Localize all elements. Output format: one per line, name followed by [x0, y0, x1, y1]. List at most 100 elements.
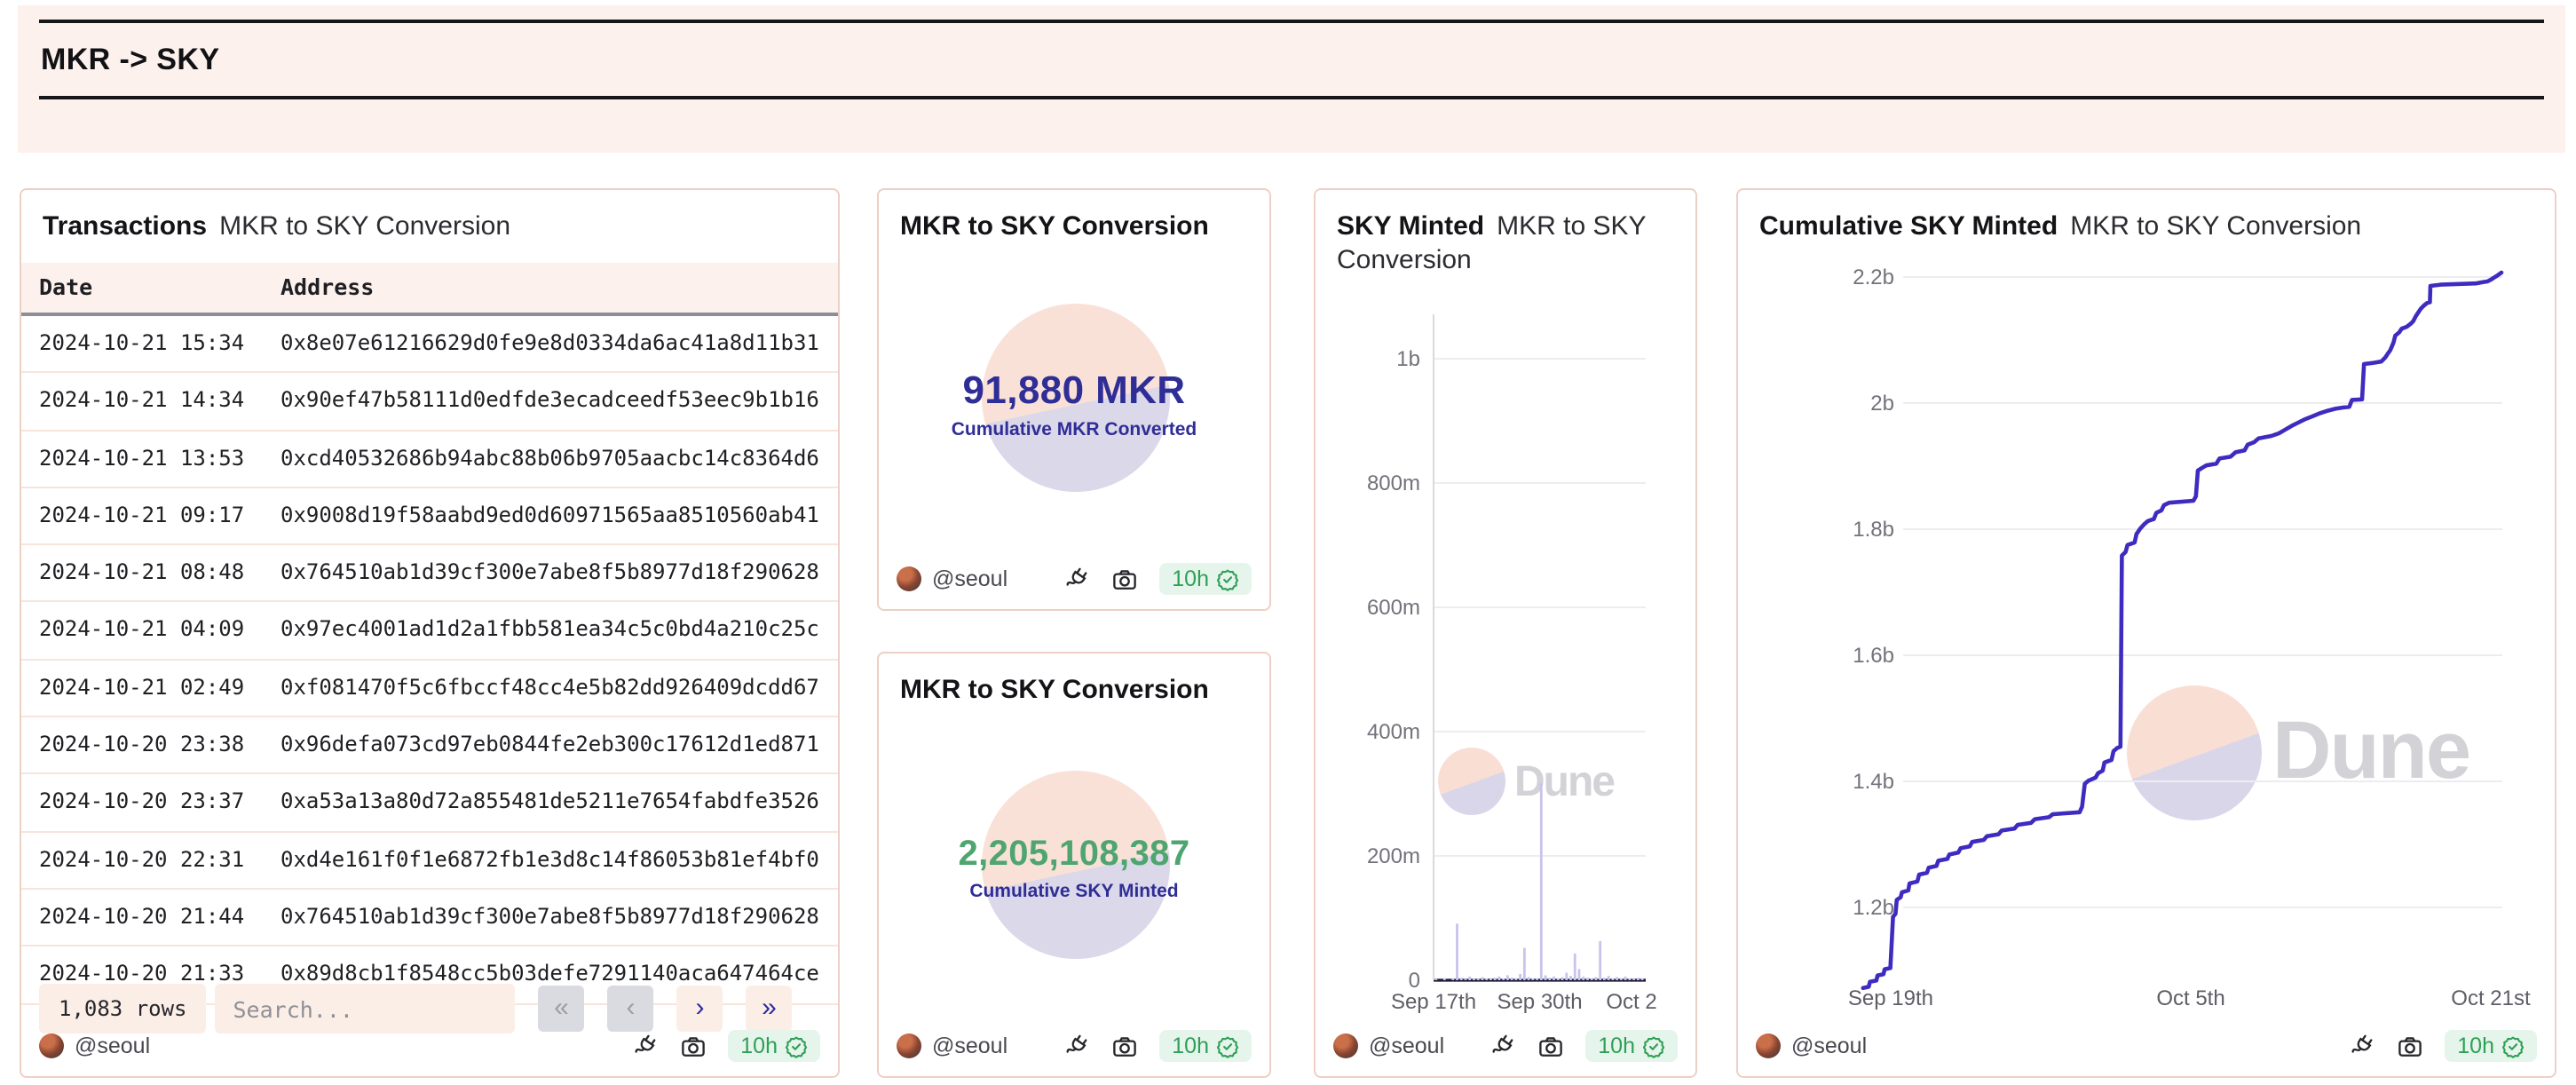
- cell-date: 2024-10-21 15:34: [39, 330, 245, 355]
- refresh-age-badge[interactable]: 10h: [1159, 1030, 1252, 1062]
- cell-address: 0xcd40532686b94abc88b06b9705aacbc14c8364…: [281, 445, 819, 471]
- bar-chart[interactable]: 0 200m 400m 600m 800m 1b Sep 17th Sep 30th Oct 2…: [1316, 190, 1697, 1078]
- svg-text:800m: 800m: [1367, 471, 1420, 495]
- refresh-age-badge[interactable]: 10h: [1585, 1030, 1678, 1062]
- svg-text:Oct 21st: Oct 21st: [1606, 990, 1686, 1014]
- svg-text:Oct 5th: Oct 5th: [2156, 986, 2224, 1010]
- verified-check-icon: [785, 1035, 808, 1057]
- author-username[interactable]: @seoul: [1791, 1034, 1867, 1058]
- camera-icon[interactable]: [2397, 1033, 2423, 1059]
- table-row: 2024-10-21 13:53 0xcd40532686b94abc88b06b…: [21, 431, 838, 488]
- refresh-age-badge[interactable]: 10h: [1159, 563, 1252, 595]
- pagination-prev-button[interactable]: ‹: [607, 986, 654, 1032]
- table-row: 2024-10-20 21:44 0x764510ab1d39cf300e7abe…: [21, 890, 838, 947]
- plug-icon[interactable]: [632, 1033, 659, 1059]
- cell-address: 0x96defa073cd97eb0844fe2eb300c17612d1ed8…: [281, 732, 819, 757]
- cell-address: 0x8e07e61216629d0fe9e8d0334da6ac41a8d11b…: [281, 330, 819, 355]
- svg-text:1.4b: 1.4b: [1853, 770, 1894, 794]
- svg-text:Oct 21st: Oct 21st: [2451, 986, 2531, 1010]
- dashboard: MKR -> SKY Transactions MKR to SKY Conver…: [0, 0, 2576, 1085]
- svg-text:Sep 17th: Sep 17th: [1391, 990, 1476, 1014]
- counter-value: 91,880 MKR: [962, 367, 1186, 411]
- svg-text:1.8b: 1.8b: [1853, 518, 1894, 542]
- cell-date: 2024-10-21 02:49: [39, 674, 245, 700]
- plug-icon[interactable]: [2349, 1033, 2375, 1059]
- camera-icon[interactable]: [680, 1033, 707, 1059]
- header-rule-top: [39, 20, 2544, 23]
- panel-title[interactable]: MKR to SKY Conversion: [879, 190, 1269, 243]
- dashboard-title: MKR -> SKY: [41, 43, 220, 76]
- svg-text:1.6b: 1.6b: [1853, 644, 1894, 668]
- panel-title-sub: MKR to SKY Conversion: [219, 211, 511, 242]
- dashboard-header: MKR -> SKY: [18, 5, 2565, 153]
- plug-icon[interactable]: [1063, 1033, 1090, 1059]
- cell-address: 0xa53a13a80d72a855481de5211e7654fabdfe35…: [281, 788, 819, 814]
- svg-text:Sep 30th: Sep 30th: [1497, 990, 1582, 1014]
- avatar[interactable]: [897, 1034, 921, 1058]
- svg-text:1b: 1b: [1396, 347, 1420, 371]
- counter-sky-minted-panel: MKR to SKY Conversion 2,205,108,387 Cumu…: [877, 652, 1271, 1078]
- pagination-first-button[interactable]: «: [538, 986, 585, 1032]
- counter-mkr-converted-panel: MKR to SKY Conversion 91,880 MKR Cumulat…: [877, 188, 1271, 611]
- avatar[interactable]: [39, 1034, 64, 1058]
- author-username[interactable]: @seoul: [932, 1034, 1007, 1058]
- refresh-age-label: 10h: [2457, 1034, 2494, 1058]
- cell-date: 2024-10-21 08:48: [39, 559, 245, 585]
- table-row: 2024-10-21 15:34 0x8e07e61216629d0fe9e8d0…: [21, 316, 838, 374]
- svg-text:2b: 2b: [1870, 392, 1894, 416]
- author-username[interactable]: @seoul: [1369, 1034, 1444, 1058]
- avatar[interactable]: [1333, 1034, 1358, 1058]
- transactions-panel: Transactions MKR to SKY Conversion Date A…: [20, 188, 840, 1078]
- counter-label: Cumulative MKR Converted: [951, 418, 1197, 440]
- author-username[interactable]: @seoul: [932, 566, 1007, 591]
- svg-text:Sep 19th: Sep 19th: [1848, 986, 1933, 1010]
- search-input[interactable]: [215, 984, 516, 1034]
- author-username[interactable]: @seoul: [75, 1034, 150, 1058]
- avatar[interactable]: [897, 566, 921, 591]
- panel-title-main: MKR to SKY Conversion: [900, 211, 1209, 242]
- table-row: 2024-10-21 04:09 0x97ec4001ad1d2a1fbb581e…: [21, 603, 838, 661]
- cell-address: 0x764510ab1d39cf300e7abe8f5b8977d18f2906…: [281, 559, 819, 585]
- refresh-age-badge[interactable]: 10h: [728, 1030, 820, 1062]
- cell-date: 2024-10-21 09:17: [39, 502, 245, 527]
- cell-date: 2024-10-20 21:44: [39, 903, 245, 929]
- cumulative-line-chart-panel: Cumulative SKY Minted MKR to SKY Conversi…: [1736, 188, 2556, 1078]
- cell-address: 0x9008d19f58aabd9ed0d60971565aa8510560ab…: [281, 502, 819, 527]
- cell-date: 2024-10-20 23:37: [39, 788, 245, 814]
- table-body: 2024-10-21 15:34 0x8e07e61216629d0fe9e8d0…: [21, 316, 838, 1005]
- cell-date: 2024-10-20 22:31: [39, 846, 245, 872]
- camera-icon[interactable]: [1111, 566, 1138, 592]
- svg-text:400m: 400m: [1367, 720, 1420, 744]
- table-row: 2024-10-20 22:31 0xd4e161f0f1e6872fb1e3d8…: [21, 832, 838, 890]
- cell-date: 2024-10-20 23:38: [39, 732, 245, 757]
- camera-icon[interactable]: [1111, 1033, 1138, 1059]
- cell-date: 2024-10-21 13:53: [39, 445, 245, 471]
- refresh-age-badge[interactable]: 10h: [2445, 1030, 2537, 1062]
- panel-title[interactable]: Transactions MKR to SKY Conversion: [21, 190, 838, 243]
- refresh-age-label: 10h: [740, 1034, 778, 1058]
- refresh-age-label: 10h: [1598, 1034, 1635, 1058]
- panel-title[interactable]: MKR to SKY Conversion: [879, 653, 1269, 707]
- plug-icon[interactable]: [1489, 1033, 1516, 1059]
- table-row: 2024-10-21 14:34 0x90ef47b58111d0edfde3ec…: [21, 374, 838, 432]
- column-header-date[interactable]: Date: [21, 263, 281, 313]
- sky-minted-bar-chart-panel: SKY Minted MKR to SKY Conversion Dune 0 20…: [1314, 188, 1697, 1078]
- pagination-next-button[interactable]: ›: [676, 986, 723, 1032]
- table-row: 2024-10-20 23:38 0x96defa073cd97eb0844fe2…: [21, 717, 838, 775]
- svg-text:200m: 200m: [1367, 844, 1420, 868]
- table-controls: 1,083 rows « ‹ › »: [39, 984, 820, 1034]
- header-rule-bottom: [39, 96, 2544, 99]
- verified-check-icon: [1216, 1035, 1239, 1057]
- plug-icon[interactable]: [1063, 566, 1090, 592]
- line-chart[interactable]: 1.2b 1.4b 1.6b 1.8b 2b 2.2b Sep 19th Oct 5th Oct…: [1738, 190, 2556, 1078]
- column-header-address[interactable]: Address: [281, 263, 838, 313]
- verified-check-icon: [1642, 1035, 1665, 1057]
- cell-address: 0x97ec4001ad1d2a1fbb581ea34c5c0bd4a210c2…: [281, 616, 819, 642]
- cell-address: 0xd4e161f0f1e6872fb1e3d8c14f86053b81ef4b…: [281, 846, 819, 872]
- counter-body: 2,205,108,387 Cumulative SKY Minted: [879, 714, 1269, 1023]
- avatar[interactable]: [1756, 1034, 1781, 1058]
- cell-address: 0xf081470f5c6fbccf48cc4e5b82dd926409dcdd…: [281, 674, 819, 700]
- cell-date: 2024-10-21 14:34: [39, 387, 245, 413]
- camera-icon[interactable]: [1537, 1033, 1564, 1059]
- pagination-last-button[interactable]: »: [746, 986, 793, 1032]
